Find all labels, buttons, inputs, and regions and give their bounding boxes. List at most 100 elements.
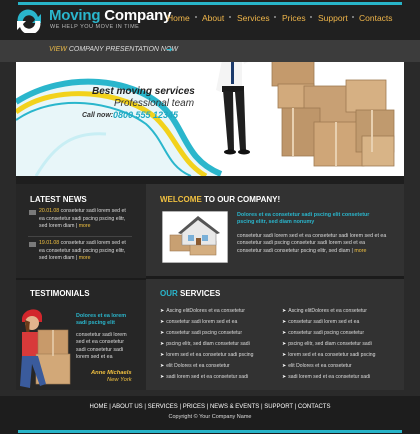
nav-separator-dot [274,16,276,18]
envelope-icon [29,242,36,247]
footer-link-prices[interactable]: PRICES [183,404,205,410]
testimonial-city: New York [107,377,132,383]
news-date: 20.01.08 [39,208,60,214]
welcome-more-link[interactable]: more [354,248,366,254]
news-more-link[interactable]: more [79,223,91,229]
house-model-image [162,211,228,263]
nav-prices[interactable]: Prices [282,13,306,23]
service-item-right[interactable]: ➤ lorem sed et ea consetetur sadi pscing [282,352,375,358]
hero-banner [16,62,404,176]
services-our-word: OUR [160,289,178,298]
arrow-icon: ➤ [282,363,287,369]
footer-nav: HOME | ABOUT US | SERVICES | PRICES | NE… [89,404,331,410]
hero-title: Best moving services [92,86,195,97]
service-text: consetetur sadi lorem sed et ea [166,319,238,325]
nav-separator-dot [229,16,231,18]
service-text: pscing elitr, sed diam consetetur sadi [288,341,372,347]
welcome-rest: TO OUR COMPANY! [201,195,281,204]
testimonial-lead: Dolores et ea lorem sadi pscing elit [76,313,127,326]
arrow-icon: ➤ [282,352,287,358]
arrow-icon: ➤ [160,330,165,336]
nav-separator-dot [195,16,197,18]
arrow-icon: ➤ [160,363,165,369]
footer-link-contacts[interactable]: CONTACTS [298,404,331,410]
logo-arrows-icon [17,9,41,33]
mover-man [216,62,250,155]
service-item-left[interactable]: ➤ Ascing elitDolores et ea consetetur [160,308,245,314]
logo-word-2: Company [104,7,172,24]
bottom-accent-line [18,430,402,433]
footer-link-about[interactable]: ABOUT US [112,404,143,410]
arrow-icon: ➤ [282,319,287,325]
logo-title[interactable]: Moving Company [49,7,171,24]
service-text: consetetur sadi pscing consetetur [288,330,365,336]
testimonial-name: Anne Michaels [91,370,132,376]
service-text: consetetur sadi pscing consetetur [166,330,243,336]
arrow-icon: ➤ [282,308,287,314]
service-item-right[interactable]: ➤ consetetur sadi pscing consetetur [282,330,364,336]
footer-link-news[interactable]: NEWS & EVENTS [210,404,259,410]
service-text: consetetur sadi lorem sed et ea [288,319,360,325]
hero-phone: 0800 555 12345 [113,110,179,120]
news-item: 20.01.08 consetetur sadi lorem sed et ea… [39,208,126,230]
nav-about[interactable]: About [202,13,224,23]
nav-separator-dot [310,16,312,18]
nav-home[interactable]: Home [167,13,190,23]
presentation-link[interactable]: VIEW COMPANY PRESENTATION NOW [49,46,178,53]
latest-news-heading: LATEST NEWS [30,195,87,204]
service-text: lorem sed et ea consetetur sadi pscing [288,352,376,358]
service-text: sadi lorem sed et ea consetetur sadi [288,374,371,380]
service-text: Ascing elitDolores et ea consetetur [288,308,367,314]
service-text: sadi lorem sed et ea consetetur sadi [166,374,249,380]
service-item-right[interactable]: ➤ elit Dolores et ea consetetur [282,363,352,369]
footer-link-support[interactable]: SUPPORT [264,404,293,410]
nav-contacts[interactable]: Contacts [359,13,393,23]
service-text: Ascing elitDolores et ea consetetur [166,308,245,314]
service-item-left[interactable]: ➤ lorem sed et ea consetetur sadi pscing [160,352,253,358]
hero-illustration [16,62,395,176]
arrow-icon: ➤ [160,341,165,347]
footer-link-services[interactable]: SERVICES [148,404,178,410]
service-text: pscing elitr, sed diam consetetur sadi [166,341,250,347]
services-rest: SERVICES [177,289,221,298]
welcome-body: consetetur sadi lorem sed et ea consetet… [237,233,387,254]
arrow-icon: ➤ [160,319,165,325]
envelope-icon [29,210,36,215]
nav-separator-dot [352,16,354,18]
service-item-left[interactable]: ➤ elit Dolores et ea consetetur [160,363,230,369]
service-item-left[interactable]: ➤ pscing elitr, sed diam consetetur sadi [160,341,250,347]
dark-band [16,176,404,184]
arrow-icon: ➤ [160,352,165,358]
service-item-left[interactable]: ➤ sadi lorem sed et ea consetetur sadi [160,374,248,380]
news-date: 19.01.08 [39,240,60,246]
welcome-lead: Dolores et ea consetetur sadi pscing eli… [237,212,370,225]
testimonial-photo [16,304,74,390]
section-divider [146,276,404,279]
news-more-link[interactable]: more [79,255,91,261]
logo-tagline: WE HELP YOU MOVE IN TIME [50,24,140,30]
testimonials-heading: TESTIMONIALS [30,289,90,298]
hero-subtitle: Professional team [114,98,195,109]
service-item-left[interactable]: ➤ consetetur sadi pscing consetetur [160,330,242,336]
service-item-left[interactable]: ➤ consetetur sadi lorem sed et ea [160,319,237,325]
top-accent-line [18,2,402,5]
service-item-right[interactable]: ➤ pscing elitr, sed diam consetetur sadi [282,341,372,347]
service-text: elit Dolores et ea consetetur [288,363,352,369]
arrow-right-icon[interactable]: ➜ [166,45,173,54]
logo-word-1: Moving [49,7,101,24]
news-item: 19.01.08 consetetur sadi lorem sed et ea… [39,240,126,262]
arrow-icon: ➤ [282,374,287,380]
footer-link-home[interactable]: HOME [90,404,108,410]
cardboard-boxes [271,62,395,167]
hero-call-label: Call now: [82,112,114,119]
nav-support[interactable]: Support [318,13,348,23]
nav-services[interactable]: Services [237,13,270,23]
service-item-right[interactable]: ➤ Ascing elitDolores et ea consetetur [282,308,367,314]
presentation-view-word: VIEW [49,46,67,53]
service-item-right[interactable]: ➤ sadi lorem sed et ea consetetur sadi [282,374,370,380]
welcome-heading: WELCOME TO OUR COMPANY! [160,195,280,204]
service-item-right[interactable]: ➤ consetetur sadi lorem sed et ea [282,319,359,325]
presentation-text: COMPANY PRESENTATION NOW [68,46,178,53]
testimonial-body: consetetur sadi lorem sed et ea consetet… [76,332,127,361]
service-text: lorem sed et ea consetetur sadi pscing [166,352,254,358]
